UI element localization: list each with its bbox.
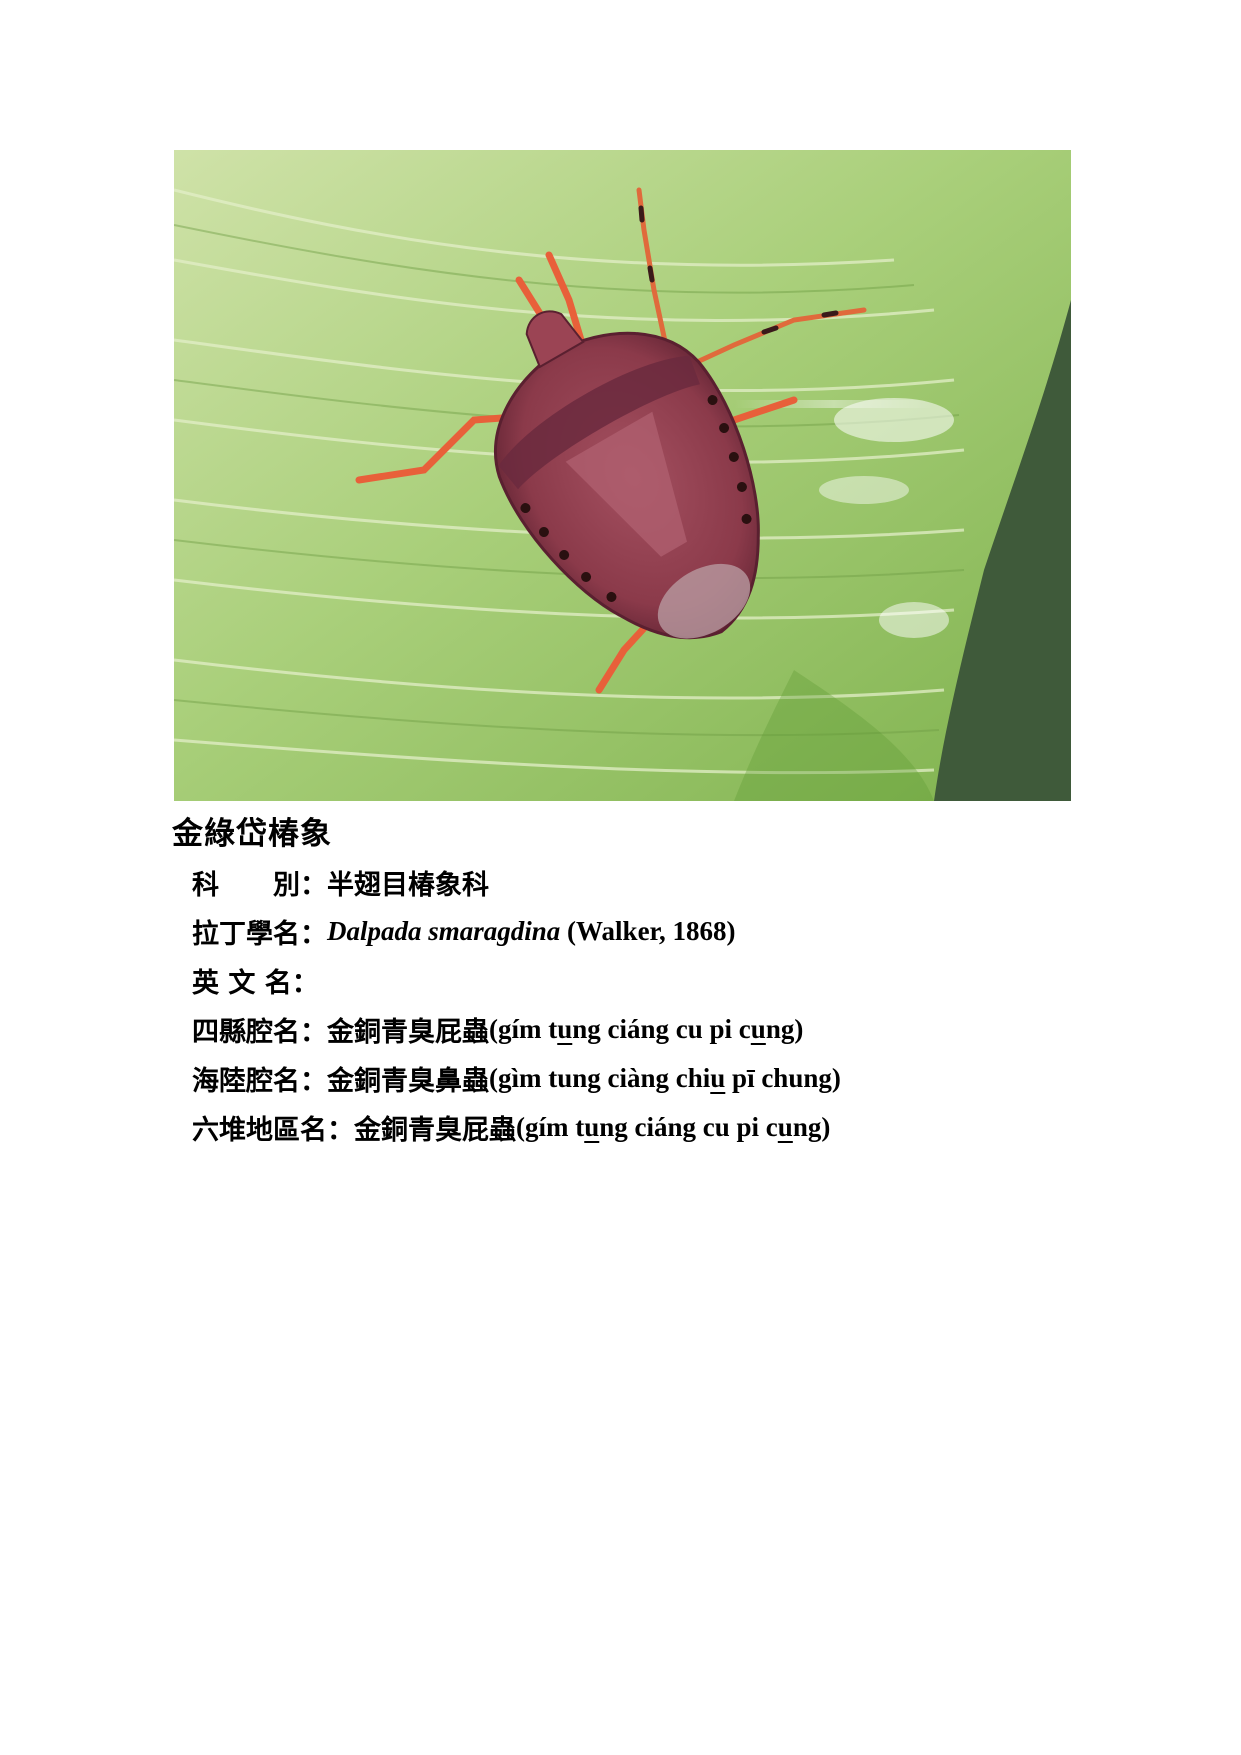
family-row: 科 別： 半翅目椿象科 [192,860,489,904]
insect-photo-illustration [174,150,1071,801]
hailu-romanization: (gìm tung ciàng chiu pī chung) [489,1063,841,1094]
insect-photo [174,150,1071,801]
sixian-name-hanzi: 金銅青臭屁蟲 [327,1016,489,1048]
english-name-row: 英 文 名： [192,958,319,1002]
english-name-label: 英 文 名： [192,967,319,999]
latin-name-row: 拉丁學名： Dalpada smaragdina (Walker, 1868) [192,909,736,953]
species-title: 金綠岱椿象 [172,816,332,852]
hailu-name-row: 海陸腔名： 金銅青臭鼻蟲 (gìm tung ciàng chiu pī chu… [192,1056,841,1100]
sixian-rom-underline2: u [750,1013,766,1044]
hailu-name-label: 海陸腔名： [192,1065,327,1097]
sixian-rom-part1: (gím t [489,1013,558,1044]
liudui-name-hanzi: 金銅青臭屁蟲 [354,1114,516,1146]
sixian-rom-part2: ng ciáng cu pi c [572,1013,751,1044]
latin-name-label: 拉丁學名： [192,918,327,950]
liudui-rom-underline1: u [584,1111,600,1142]
sixian-rom-part3: ng) [765,1013,804,1044]
liudui-rom-underline2: u [777,1111,793,1142]
family-value: 半翅目椿象科 [327,869,489,901]
liudui-romanization: (gím tung ciáng cu pi cung) [516,1112,830,1143]
liudui-rom-part2: ng ciáng cu pi c [599,1111,778,1142]
sixian-name-label: 四縣腔名： [192,1016,327,1048]
latin-name-value: Dalpada smaragdina (Walker, 1868) [327,916,736,947]
sixian-rom-underline1: u [557,1013,573,1044]
liudui-rom-part1: (gím t [516,1111,585,1142]
sixian-name-row: 四縣腔名： 金銅青臭屁蟲 (gím tung ciáng cu pi cung) [192,1007,803,1051]
hailu-rom-part1: (gìm tung ciàng chi [489,1062,711,1093]
latin-binomial: Dalpada smaragdina [327,915,561,946]
liudui-rom-part3: ng) [792,1111,831,1142]
liudui-name-row: 六堆地區名： 金銅青臭屁蟲 (gím tung ciáng cu pi cung… [192,1105,830,1149]
hailu-rom-underline1: u [710,1062,726,1093]
sixian-romanization: (gím tung ciáng cu pi cung) [489,1014,803,1045]
hailu-name-hanzi: 金銅青臭鼻蟲 [327,1065,489,1097]
hailu-rom-part2: pī chung) [725,1062,841,1093]
latin-author: (Walker, 1868) [560,915,736,946]
family-label: 科 別： [192,869,327,901]
liudui-name-label: 六堆地區名： [192,1114,354,1146]
